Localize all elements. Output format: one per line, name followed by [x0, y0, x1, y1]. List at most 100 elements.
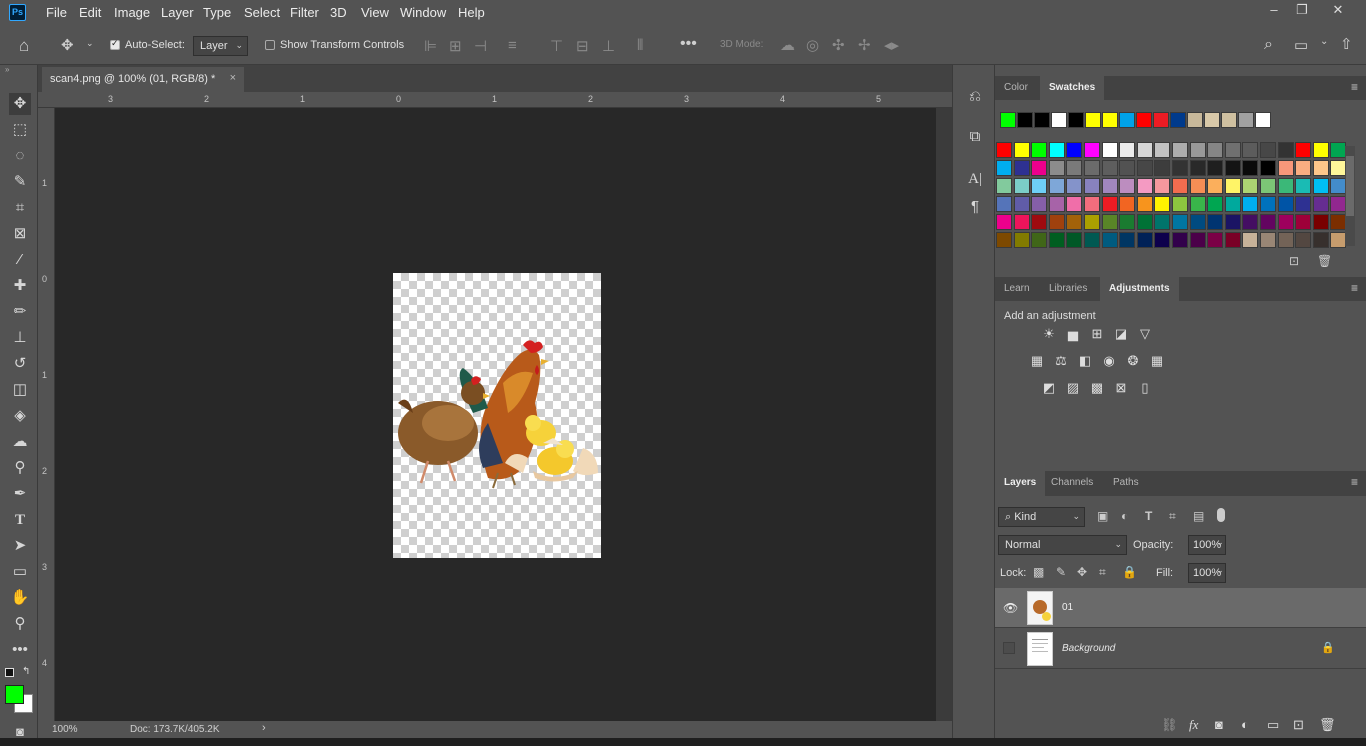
tab-learn[interactable]: Learn [995, 277, 1039, 301]
swatch[interactable] [1330, 196, 1347, 212]
swatch[interactable] [1000, 112, 1016, 128]
clone-stamp-tool-icon[interactable]: ⊥ [9, 327, 31, 349]
swatch[interactable] [1277, 178, 1294, 194]
swatch[interactable] [1242, 214, 1259, 230]
auto-select-checkbox[interactable]: ✓ [110, 38, 120, 50]
layer-name[interactable]: Background [1062, 643, 1115, 654]
swatch[interactable] [1136, 112, 1152, 128]
shape-filter-icon[interactable]: ⌗ [1169, 509, 1176, 524]
exposure-icon[interactable]: ◪ [1113, 326, 1129, 342]
swatch[interactable] [1242, 178, 1259, 194]
tab-libraries[interactable]: Libraries [1040, 277, 1096, 301]
swatch[interactable] [1330, 232, 1347, 248]
swatch[interactable] [1172, 232, 1188, 248]
swatch[interactable] [1224, 214, 1241, 230]
swatch[interactable] [1048, 178, 1065, 194]
swatch[interactable] [1101, 196, 1118, 212]
vertical-scrollbar[interactable] [936, 108, 952, 721]
swatch[interactable] [1101, 214, 1118, 230]
swatches-scrollbar[interactable] [1345, 146, 1355, 246]
swatch[interactable] [1189, 214, 1206, 230]
tab-paths[interactable]: Paths [1104, 471, 1148, 495]
color-balance-icon[interactable]: ⚖ [1053, 353, 1069, 369]
swatch[interactable] [1066, 178, 1083, 194]
swatch[interactable] [1048, 196, 1065, 212]
move-tool-icon[interactable]: ✥ [9, 93, 31, 115]
swatch[interactable] [1013, 160, 1030, 176]
collapse-icon[interactable]: » [5, 65, 9, 74]
brightness-contrast-icon[interactable]: ☀ [1041, 326, 1057, 342]
default-colors-icon[interactable] [5, 668, 14, 677]
eraser-tool-icon[interactable]: ◫ [9, 379, 31, 401]
swatch[interactable] [1260, 178, 1276, 194]
pen-tool-icon[interactable]: ✒ [9, 483, 31, 505]
swatch[interactable] [1330, 178, 1347, 194]
swatch[interactable] [1295, 232, 1312, 248]
posterize-icon[interactable]: ▨ [1065, 380, 1081, 396]
curves-icon[interactable]: ⊞ [1089, 326, 1105, 342]
menu-filter[interactable]: Filter [290, 5, 319, 20]
3d-roll-icon[interactable]: ◎ [806, 36, 819, 54]
panel-menu-icon[interactable]: ≡ [1351, 475, 1358, 489]
swatch[interactable] [1051, 112, 1067, 128]
swatch[interactable] [1154, 214, 1171, 230]
swatch[interactable] [1312, 160, 1329, 176]
paint-bucket-tool-icon[interactable]: ◈ [9, 405, 31, 427]
visibility-toggle[interactable] [1003, 642, 1015, 654]
swatch[interactable] [1207, 214, 1224, 230]
3d-panel-icon[interactable]: ⧉ [965, 128, 985, 148]
swatch[interactable] [1295, 160, 1312, 176]
swatch[interactable] [1330, 142, 1347, 158]
swatch[interactable] [1224, 160, 1241, 176]
swatch[interactable] [1312, 214, 1329, 230]
menu-image[interactable]: Image [114, 5, 150, 20]
share-icon[interactable]: ⇧ [1340, 35, 1353, 53]
panel-menu-icon[interactable]: ≡ [1351, 281, 1358, 295]
swatch[interactable] [1084, 232, 1100, 248]
filter-toggle-icon[interactable] [1217, 508, 1225, 522]
crop-tool-icon[interactable]: ⌗ [9, 197, 31, 219]
menu-file[interactable]: File [46, 5, 67, 20]
type-tool-icon[interactable]: T [9, 509, 31, 531]
lasso-tool-icon[interactable]: ◌ [9, 145, 31, 167]
3d-slide-icon[interactable]: ✢ [858, 36, 871, 54]
document-canvas[interactable] [393, 273, 601, 558]
color-lookup-icon[interactable]: ▦ [1149, 353, 1165, 369]
tab-swatches[interactable]: Swatches [1040, 76, 1105, 100]
chevron-down-icon[interactable]: ⌄ [1214, 537, 1226, 553]
swatch[interactable] [1207, 160, 1224, 176]
hue-saturation-icon[interactable]: ▦ [1029, 353, 1045, 369]
lock-all-icon[interactable]: 🔒 [1122, 565, 1137, 579]
swatch[interactable] [1172, 214, 1188, 230]
swatch[interactable] [1260, 142, 1276, 158]
path-selection-tool-icon[interactable]: ➤ [9, 535, 31, 557]
swatch[interactable] [1189, 160, 1206, 176]
swatch[interactable] [996, 214, 1012, 230]
swatch[interactable] [1189, 232, 1206, 248]
new-swatch-icon[interactable]: ⊡ [1289, 254, 1299, 268]
swatch[interactable] [1066, 214, 1083, 230]
swatch[interactable] [1102, 112, 1118, 128]
swatch[interactable] [1221, 112, 1237, 128]
home-icon[interactable]: ⌂ [19, 36, 29, 56]
swatch[interactable] [1207, 196, 1224, 212]
swatch[interactable] [1224, 196, 1241, 212]
swatch[interactable] [1136, 232, 1153, 248]
more-tools-icon[interactable]: ••• [9, 639, 31, 661]
swatch[interactable] [1224, 232, 1241, 248]
quick-select-tool-icon[interactable]: ✎ [9, 171, 31, 193]
history-panel-icon[interactable]: ⎌ [965, 88, 985, 108]
swatch[interactable] [1260, 214, 1276, 230]
frame-tool-icon[interactable]: ⊠ [9, 223, 31, 245]
align-right-icon[interactable]: ⊣ [474, 37, 487, 55]
swatch[interactable] [1312, 196, 1329, 212]
blur-tool-icon[interactable]: ☁ [9, 431, 31, 453]
swatch[interactable] [1119, 196, 1136, 212]
swatch[interactable] [1136, 178, 1153, 194]
layer-filter-dropdown[interactable]: ⌕ Kind ⌄ [998, 507, 1085, 527]
swatch[interactable] [1031, 160, 1048, 176]
swatch[interactable] [1189, 178, 1206, 194]
swatch[interactable] [1154, 196, 1171, 212]
swatch[interactable] [1066, 142, 1083, 158]
dodge-tool-icon[interactable]: ⚲ [9, 457, 31, 479]
